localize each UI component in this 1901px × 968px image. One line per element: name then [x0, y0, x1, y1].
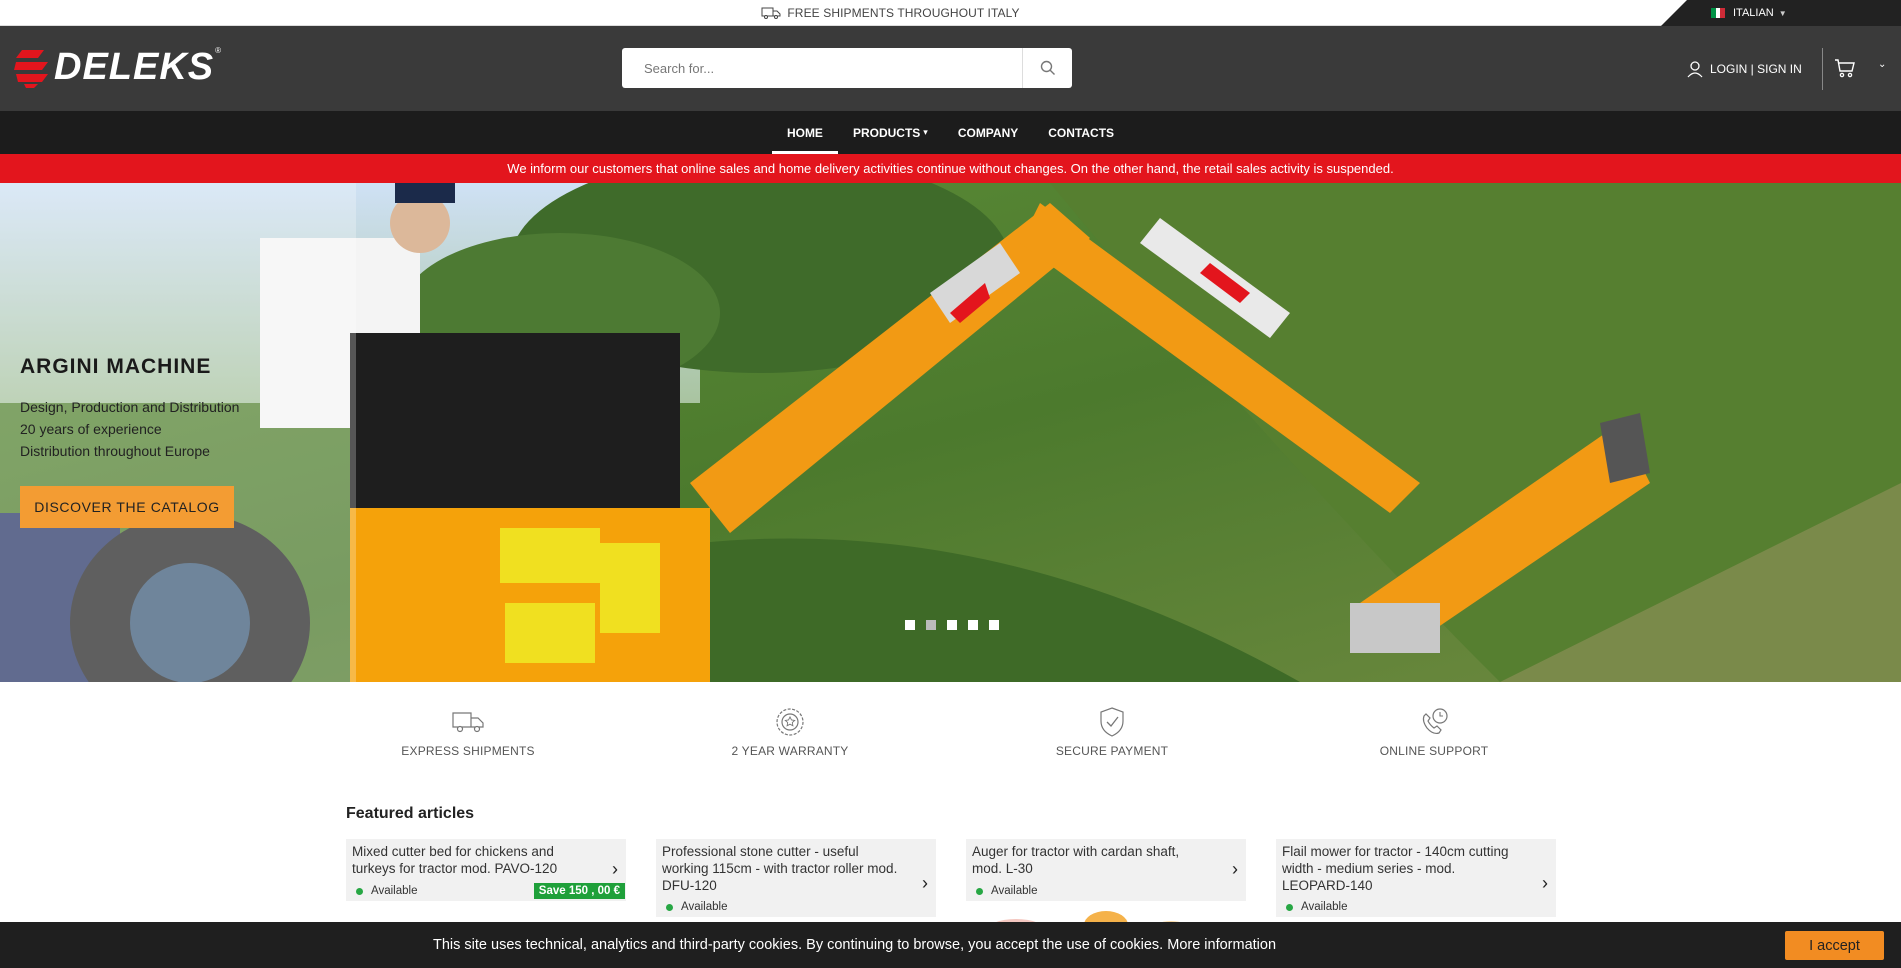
badge-icon	[776, 708, 804, 736]
login-link[interactable]: LOGIN | SIGN IN	[1686, 60, 1802, 78]
phone-support-icon	[1422, 708, 1448, 735]
availability-status: Available	[976, 885, 1037, 897]
shipping-text: FREE SHIPMENTS THROUGHOUT ITALY	[787, 6, 1020, 20]
status-label: Available	[681, 901, 728, 913]
search-input[interactable]	[622, 49, 1022, 87]
logo-text: DELEKS	[54, 46, 215, 88]
status-dot	[1286, 903, 1293, 911]
feature-label: ONLINE SUPPORT	[1379, 744, 1489, 758]
availability-status: Available	[1286, 901, 1347, 913]
product-name[interactable]: Mixed cutter bed for chickens and turkey…	[352, 843, 590, 877]
deleks-logo[interactable]: DELEKS ®	[14, 46, 221, 89]
cart-button[interactable]	[1834, 58, 1856, 83]
truck-icon	[452, 712, 484, 733]
status-label: Available	[371, 885, 418, 897]
slider-dot[interactable]	[989, 620, 999, 630]
logo-registered: ®	[215, 46, 222, 55]
truck-icon	[761, 7, 781, 19]
hero-line: 20 years of experience	[20, 421, 162, 437]
nav-label: PRODUCTS	[852, 125, 921, 140]
save-badge: Save 150 , 00 €	[533, 883, 625, 899]
nav-label: HOME	[786, 125, 823, 140]
notice-text: We inform our customers that online sale…	[507, 161, 1394, 176]
hero-title: ARGINI MACHINE	[20, 355, 212, 378]
status-label: Available	[991, 885, 1038, 897]
feature-express-shipments: EXPRESS SHIPMENTS	[368, 706, 568, 758]
nav-item-products[interactable]: PRODUCTS ▾	[838, 111, 943, 154]
status-label: Available	[1301, 901, 1348, 913]
shield-check-icon	[1100, 707, 1124, 737]
italy-flag-icon	[1711, 8, 1726, 18]
chevron-right-icon[interactable]: ›	[1232, 859, 1238, 880]
availability-status: Available	[666, 901, 727, 913]
login-label: LOGIN | SIGN IN	[1710, 62, 1802, 76]
slider-dot[interactable]	[905, 620, 915, 630]
nav-label: CONTACTS	[1048, 125, 1115, 140]
cookie-bar: This site uses technical, analytics and …	[0, 922, 1901, 968]
notice-banner: We inform our customers that online sale…	[0, 154, 1901, 183]
product-name[interactable]: Flail mower for tractor - 140cm cutting …	[1282, 843, 1520, 894]
top-bar: FREE SHIPMENTS THROUGHOUT ITALY ITALIAN …	[0, 0, 1901, 26]
slider-dot[interactable]	[947, 620, 957, 630]
status-dot	[976, 887, 983, 895]
availability-status: Available	[356, 885, 417, 897]
page: FREE SHIPMENTS THROUGHOUT ITALY ITALIAN …	[0, 0, 1901, 968]
feature-warranty: 2 YEAR WARRANTY	[690, 706, 890, 758]
product-name[interactable]: Auger for tractor with cardan shaft, mod…	[972, 843, 1210, 877]
language-label: ITALIAN	[1733, 7, 1774, 19]
status-dot	[666, 903, 673, 911]
product-name[interactable]: Professional stone cutter - useful worki…	[662, 843, 900, 894]
slider-dot-active[interactable]	[926, 620, 936, 630]
feature-online-support: ONLINE SUPPORT	[1334, 706, 1534, 758]
nav-item-home[interactable]: HOME	[771, 111, 838, 154]
discover-catalog-button[interactable]: DISCOVER THE CATALOG	[20, 486, 234, 528]
search-button[interactable]	[1022, 48, 1072, 88]
chevron-right-icon[interactable]: ›	[1542, 873, 1548, 894]
main-nav: HOME PRODUCTS ▾ COMPANY CONTACTS	[0, 111, 1901, 154]
feature-label: SECURE PAYMENT	[1055, 744, 1169, 758]
cart-icon	[1835, 59, 1855, 78]
search-bar	[622, 48, 1072, 88]
hero-line: Design, Production and Distribution	[20, 399, 240, 415]
chevron-right-icon[interactable]: ›	[612, 859, 618, 880]
chevron-down-icon[interactable]: ⌄	[1878, 59, 1886, 70]
featured-articles-title: Featured articles	[346, 805, 475, 822]
cookie-text: This site uses technical, analytics and …	[433, 937, 1277, 953]
user-icon	[1687, 61, 1703, 78]
accept-cookies-button[interactable]: I accept	[1785, 931, 1884, 960]
chevron-down-icon: ▾	[923, 127, 928, 137]
search-icon	[1040, 60, 1055, 75]
status-dot	[356, 887, 363, 895]
nav-item-company[interactable]: COMPANY	[943, 111, 1033, 154]
nav-label: COMPANY	[957, 125, 1019, 140]
language-selector[interactable]: ITALIAN ▼	[1661, 0, 1901, 26]
feature-strip: EXPRESS SHIPMENTS 2 YEAR WARRANTY SECURE…	[346, 706, 1558, 776]
hero-line: Distribution throughout Europe	[20, 443, 210, 459]
slider-dots	[905, 620, 1010, 630]
site-header: DELEKS ® LOGIN | SIGN IN ⌄	[0, 26, 1901, 111]
chevron-right-icon[interactable]: ›	[922, 873, 928, 894]
shipping-notice: FREE SHIPMENTS THROUGHOUT ITALY	[0, 0, 1901, 26]
slider-dot[interactable]	[968, 620, 978, 630]
logo-mark-icon	[14, 49, 48, 88]
feature-label: EXPRESS SHIPMENTS	[401, 744, 535, 758]
header-divider	[1822, 48, 1823, 90]
hero-slider: ARGINI MACHINE Design, Production and Di…	[0, 183, 1901, 682]
feature-label: 2 YEAR WARRANTY	[731, 744, 849, 758]
feature-secure-payment: SECURE PAYMENT	[1012, 706, 1212, 758]
nav-item-contacts[interactable]: CONTACTS	[1033, 111, 1129, 154]
chevron-down-icon: ▼	[1778, 8, 1787, 18]
